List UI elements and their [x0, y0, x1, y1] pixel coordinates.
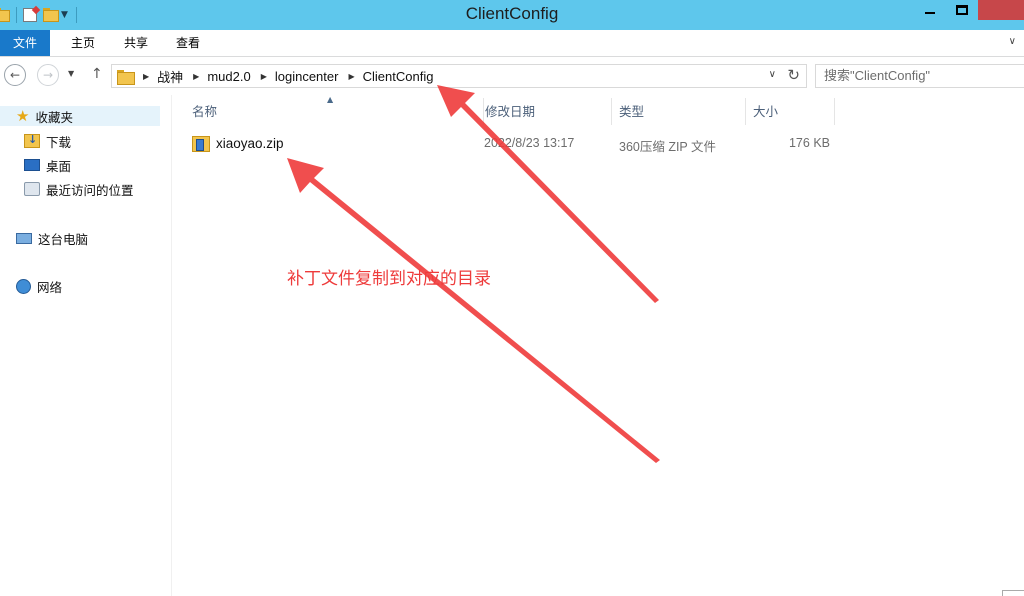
file-type: 360压缩 ZIP 文件 — [619, 140, 717, 154]
column-header-date-modified[interactable]: 修改日期 — [477, 98, 612, 125]
breadcrumb-chevron-icon[interactable]: ▶ — [261, 72, 267, 81]
tab-view[interactable]: 查看 — [166, 30, 210, 56]
tab-share[interactable]: 共享 — [114, 30, 158, 56]
file-size: 176 KB — [788, 136, 830, 150]
sidebar-item-label: 最近访问的位置 — [46, 182, 134, 198]
arrow-left-icon: ← — [9, 68, 21, 82]
sidebar-item-this-pc[interactable]: 这台电脑 — [16, 228, 88, 248]
tab-home[interactable]: 主页 — [61, 30, 105, 56]
maximize-icon — [956, 5, 968, 15]
breadcrumb-chevron-icon[interactable]: ▶ — [193, 72, 199, 81]
recent-places-icon — [24, 182, 40, 196]
window-title: ClientConfig — [465, 4, 559, 23]
sidebar-item-label: 这台电脑 — [38, 231, 89, 247]
maximize-button[interactable] — [946, 0, 978, 20]
computer-icon — [16, 232, 32, 244]
downloads-icon — [24, 133, 40, 148]
network-icon — [16, 278, 31, 294]
annotation-text: 补丁文件复制到对应的目录 — [287, 269, 491, 289]
forward-button[interactable]: → — [37, 64, 59, 86]
address-bar[interactable]: ▶ 战神 ▶ mud2.0 ▶ logincenter ▶ ClientConf… — [111, 64, 807, 88]
up-arrow-icon[interactable]: ↑ — [91, 66, 103, 82]
sidebar-item-label: 网络 — [37, 279, 63, 295]
resize-grip[interactable] — [1002, 590, 1024, 596]
breadcrumb-chevron-icon[interactable]: ▶ — [348, 72, 354, 81]
refresh-icon[interactable]: ↻ — [787, 66, 800, 84]
navigation-pane: ★ 收藏夹 下载 桌面 最近访问的位置 这台电脑 网络 — [0, 95, 172, 596]
file-date-modified: 2022/8/23 13:17 — [484, 136, 575, 150]
file-list-pane: ▲ 名称 修改日期 类型 大小 xiaoyao.zip 2022/8/23 13… — [172, 95, 1024, 596]
address-history-dropdown-icon[interactable]: ∨ — [769, 69, 776, 80]
breadcrumb-item[interactable]: mud2.0 — [207, 69, 250, 84]
minimize-button[interactable] — [914, 0, 946, 20]
tab-file[interactable]: 文件 — [0, 30, 50, 56]
minimize-icon — [925, 12, 935, 14]
expand-ribbon-icon[interactable]: ∨ — [1009, 36, 1016, 47]
arrow-right-icon: → — [42, 68, 54, 82]
breadcrumb-item[interactable]: logincenter — [275, 69, 339, 84]
sidebar-item-label: 下载 — [46, 134, 72, 150]
desktop-icon — [24, 159, 40, 171]
recent-locations-dropdown-icon[interactable]: ▼ — [68, 69, 74, 78]
zip-archive-icon — [192, 136, 210, 152]
breadcrumb-item[interactable]: ClientConfig — [363, 69, 434, 84]
window-controls — [914, 0, 1024, 20]
sidebar-item-label: 收藏夹 — [35, 109, 73, 125]
sidebar-item-desktop[interactable]: 桌面 — [24, 155, 71, 175]
sidebar-item-downloads[interactable]: 下载 — [24, 131, 71, 151]
sidebar-item-recent-places[interactable]: 最近访问的位置 — [24, 179, 134, 199]
sidebar-item-favorites[interactable]: ★ 收藏夹 — [0, 106, 160, 126]
column-header-size[interactable]: 大小 — [745, 98, 835, 125]
file-row[interactable]: xiaoyao.zip 2022/8/23 13:17 360压缩 ZIP 文件… — [184, 133, 836, 155]
breadcrumb-chevron-icon[interactable]: ▶ — [143, 72, 149, 81]
folder-icon — [117, 69, 135, 85]
title-bar: ▼ ClientConfig — [0, 0, 1024, 30]
navigation-bar: ← → ▼ ↑ ▶ 战神 ▶ mud2.0 ▶ logincenter ▶ Cl… — [0, 57, 1024, 95]
sidebar-item-label: 桌面 — [46, 158, 72, 174]
column-header-type[interactable]: 类型 — [611, 98, 746, 125]
file-name: xiaoyao.zip — [216, 136, 284, 151]
star-icon: ★ — [16, 107, 30, 125]
sidebar-item-network[interactable]: 网络 — [16, 276, 62, 296]
column-header-name[interactable]: 名称 — [184, 98, 484, 125]
ribbon-tabs: 文件 主页 共享 查看 ∨ — [0, 30, 1024, 57]
breadcrumb-item[interactable]: 战神 — [157, 67, 183, 86]
close-button[interactable] — [978, 0, 1024, 20]
back-button[interactable]: ← — [4, 64, 26, 86]
search-input[interactable]: 搜索"ClientConfig" — [815, 64, 1024, 88]
